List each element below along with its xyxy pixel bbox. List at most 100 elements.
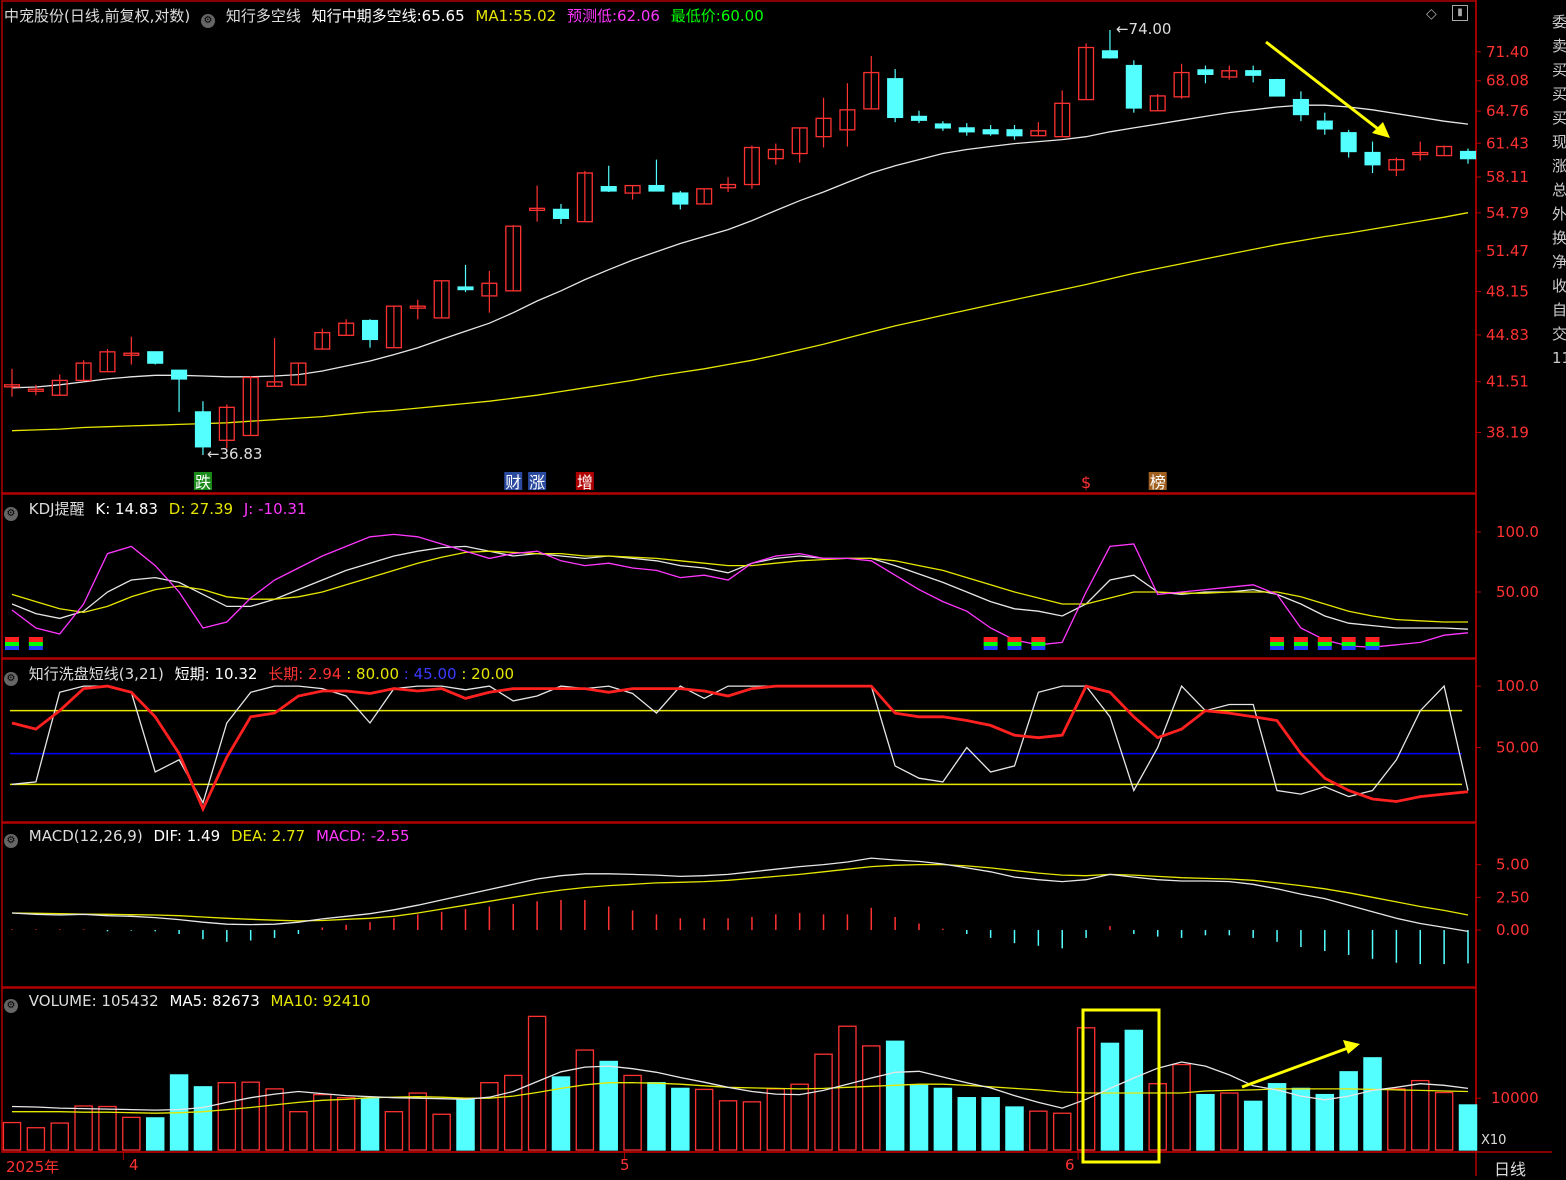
volume-bar bbox=[1220, 1092, 1239, 1151]
indicator-name[interactable]: 知行多空线 bbox=[226, 7, 301, 25]
wash-gear-icon[interactable]: ⚙ bbox=[4, 672, 18, 686]
volume-bar bbox=[981, 1097, 1000, 1151]
volume-bar bbox=[1076, 1027, 1096, 1151]
ma1-value: 55.02 bbox=[513, 7, 557, 25]
lowest-price-label: 最低价: bbox=[670, 7, 721, 25]
volume-bar bbox=[50, 1122, 69, 1151]
volume-bar bbox=[1196, 1093, 1215, 1151]
volume-bar bbox=[575, 1049, 595, 1151]
trend-arrow-down-head bbox=[1372, 122, 1390, 138]
volume-name[interactable]: VOLUME: 105432 bbox=[29, 992, 159, 1010]
wash-name[interactable]: 知行洗盘短线(3,21) bbox=[29, 665, 164, 683]
predict-low-value: 62.06 bbox=[617, 7, 660, 25]
wash-level-45: : 45.00 bbox=[403, 665, 457, 683]
panel-toggle-icon[interactable]: ▮ bbox=[1452, 5, 1468, 21]
volume-bar bbox=[694, 1088, 714, 1151]
event-marker: 涨 bbox=[529, 473, 545, 492]
candle-body bbox=[887, 78, 904, 119]
volume-bar bbox=[885, 1040, 905, 1151]
kdj-series-j bbox=[11, 533, 1469, 648]
volume-bar bbox=[480, 1082, 499, 1151]
kdj-signal-red bbox=[1365, 637, 1380, 642]
candle-body bbox=[600, 186, 617, 192]
volume-bar bbox=[718, 1100, 738, 1151]
macd-name[interactable]: MACD(12,26,9) bbox=[29, 827, 143, 845]
volume-bar bbox=[1315, 1093, 1335, 1151]
year-label: 2025年 bbox=[6, 1158, 60, 1176]
side-panel-text: 委卖买买买现涨总外换净收自交1111111 bbox=[1552, 13, 1566, 367]
kdj-signal-red bbox=[1341, 637, 1356, 642]
macd-header: ⚙ MACD(12,26,9) DIF: 1.49 DEA: 2.77 MACD… bbox=[4, 827, 416, 848]
candle-body bbox=[934, 123, 951, 129]
macd-dif-line bbox=[11, 857, 1469, 933]
candle-body bbox=[1316, 120, 1333, 130]
volume-bar bbox=[909, 1084, 929, 1151]
volume-bar bbox=[360, 1097, 380, 1151]
mid-line-value: 65.65 bbox=[421, 7, 465, 25]
kdj-signal-red bbox=[1007, 637, 1022, 642]
month-4-label: 4 bbox=[129, 1156, 139, 1174]
kdj-signal-green bbox=[5, 642, 19, 646]
period-label[interactable]: 日线 bbox=[1494, 1156, 1526, 1180]
volume-bar bbox=[1267, 1083, 1287, 1151]
kdj-signal-blue bbox=[5, 646, 19, 650]
volume-bar bbox=[1243, 1100, 1263, 1151]
volume-bar bbox=[217, 1082, 237, 1151]
candle-body bbox=[910, 115, 928, 121]
volume-bar bbox=[862, 1045, 881, 1151]
kdj-name[interactable]: KDJ提醒 bbox=[29, 500, 85, 518]
volume-bar bbox=[1458, 1104, 1478, 1151]
candle-body bbox=[1006, 129, 1023, 137]
ma1-label: MA1: bbox=[475, 7, 514, 25]
event-marker: 榜 bbox=[1150, 473, 1166, 492]
candle-body bbox=[194, 411, 212, 448]
volume-bar bbox=[1124, 1029, 1144, 1151]
volume-bar bbox=[933, 1087, 953, 1151]
price-tick-label: 54.79 bbox=[1486, 204, 1529, 222]
kdj-signal-green bbox=[1341, 642, 1356, 646]
kdj-signal-blue bbox=[28, 646, 43, 650]
kdj-signal-blue bbox=[1031, 646, 1046, 650]
price-tick-label: 58.11 bbox=[1486, 168, 1529, 186]
macd-tick-label: 2.50 bbox=[1496, 888, 1529, 906]
volume-gear-icon[interactable]: ⚙ bbox=[4, 999, 18, 1013]
kdj-signal-blue bbox=[1341, 646, 1356, 650]
chart-stage: 71.40 68.08 64.76 61.43 58.11 54.79 51.47 48.15… bbox=[0, 0, 1566, 1179]
macd-gear-icon[interactable]: ⚙ bbox=[4, 834, 18, 848]
candle-body bbox=[1197, 69, 1214, 75]
volume-bar bbox=[1387, 1088, 1406, 1151]
candle-body bbox=[361, 319, 379, 341]
volume-bar bbox=[26, 1127, 46, 1151]
kdj-gear-icon[interactable]: ⚙ bbox=[4, 507, 18, 521]
mid-line-label: 知行中期多空线: bbox=[311, 7, 422, 25]
kdj-signal-green bbox=[1270, 642, 1285, 646]
low-annotation: ←36.83 bbox=[207, 445, 263, 463]
volume-bar bbox=[98, 1105, 117, 1151]
event-marker: 增 bbox=[577, 473, 593, 492]
macd-dif: DIF: 1.49 bbox=[153, 827, 221, 845]
diamond-icon[interactable]: ◇ bbox=[1426, 6, 1437, 22]
volume-bar bbox=[2, 1121, 22, 1151]
macd-value: MACD: -2.55 bbox=[315, 827, 410, 845]
candle-body bbox=[1268, 79, 1286, 97]
volume-bar bbox=[313, 1093, 332, 1151]
volume-bar bbox=[241, 1081, 260, 1151]
volume-bar bbox=[456, 1097, 475, 1151]
kdj-signal-green bbox=[1031, 642, 1046, 646]
candle-body bbox=[171, 369, 188, 380]
price-tick-label: 61.43 bbox=[1486, 134, 1529, 152]
kdj-signal-green bbox=[1317, 642, 1332, 646]
wash-level-80: : 80.00 bbox=[346, 665, 399, 683]
volume-bar bbox=[1052, 1112, 1072, 1151]
wash-tick-label: 50.00 bbox=[1496, 739, 1539, 757]
event-marker: 财 bbox=[505, 473, 521, 492]
settings-gear-icon[interactable]: ⚙ bbox=[201, 14, 216, 28]
price-tick-label: 68.08 bbox=[1486, 72, 1529, 90]
candle-body bbox=[648, 184, 665, 192]
kdj-tick-label: 100.0 bbox=[1496, 523, 1539, 541]
trend-arrow-up-head bbox=[1343, 1040, 1360, 1054]
stock-title[interactable]: 中宠股份(日线,前复权,对数) bbox=[4, 7, 190, 25]
volume-bar bbox=[766, 1088, 786, 1151]
wash-short: 短期: 10.32 bbox=[174, 665, 258, 683]
predict-low-label: 预测低: bbox=[566, 7, 618, 25]
